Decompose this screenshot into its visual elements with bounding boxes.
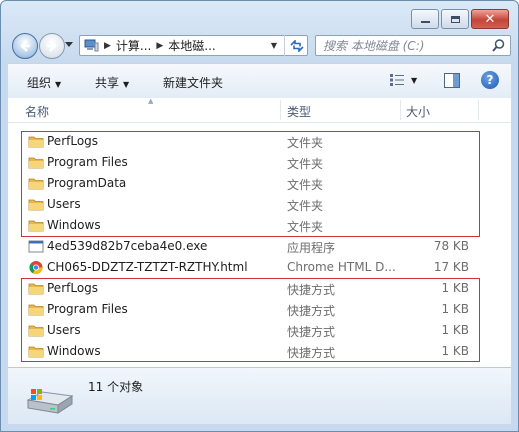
share-menu[interactable]: 共享 ▼ [95, 74, 129, 91]
column-type[interactable]: 类型 [287, 103, 311, 120]
chevron-down-icon: ▼ [123, 80, 130, 89]
maximize-icon [450, 15, 460, 23]
minimize-button[interactable] [411, 9, 439, 29]
column-size[interactable]: 大小 [406, 103, 430, 120]
sort-ascending-icon: ▲ [148, 97, 154, 105]
navigation-bar: ▶ 计算... ▶ 本地磁... ▼ 搜索 本地磁盘 (C:) [1, 33, 518, 63]
organize-menu[interactable]: 组织 ▼ [27, 74, 61, 91]
preview-pane-icon[interactable] [444, 73, 460, 88]
highlight-box-shortcuts [21, 278, 480, 362]
command-bar: 组织 ▼ 共享 ▼ 新建文件夹 ▼ ? [8, 63, 511, 99]
help-button[interactable]: ? [481, 71, 499, 89]
column-divider[interactable] [478, 100, 479, 120]
details-pane: 11 个对象 [8, 367, 511, 424]
hard-drive-icon [26, 389, 74, 414]
column-divider[interactable] [400, 100, 401, 120]
file-name: 4ed539d82b7ceba4e0.exe [47, 239, 208, 253]
forward-arrow-icon [47, 40, 57, 52]
file-row[interactable]: CH065-DDZTZ-TZTZT-RZTHY.html Chrome HTML … [8, 257, 511, 278]
minimize-icon [420, 21, 430, 23]
chrome-icon [28, 260, 44, 275]
breadcrumb-separator-icon: ▶ [104, 40, 111, 51]
highlight-box-folders [21, 131, 480, 237]
forward-button[interactable] [39, 33, 65, 59]
exe-icon [28, 239, 44, 254]
computer-icon [84, 39, 99, 52]
address-dropdown-icon[interactable]: ▼ [271, 41, 277, 50]
organize-label: 组织 [27, 76, 52, 90]
search-field[interactable]: 搜索 本地磁盘 (C:) [315, 35, 511, 56]
help-icon: ? [486, 73, 494, 87]
caption-buttons: ✕ [411, 9, 509, 29]
address-bar[interactable]: ▶ 计算... ▶ 本地磁... ▼ [79, 35, 308, 56]
explorer-window: ✕ ▶ 计算... ▶ 本地磁... ▼ 搜索 本地磁盘 (C:) 组织 ▼ 共… [0, 0, 519, 432]
file-list: ▲ 名称 类型 大小 PerfLogs 文件夹 Program Files 文件夹 Pr… [8, 97, 511, 367]
search-placeholder: 搜索 本地磁盘 (C:) [323, 39, 425, 53]
share-label: 共享 [95, 76, 120, 90]
close-icon: ✕ [484, 11, 496, 27]
back-button[interactable] [12, 33, 38, 59]
column-divider[interactable] [280, 100, 281, 120]
new-folder-button[interactable]: 新建文件夹 [163, 74, 223, 91]
maximize-button[interactable] [441, 9, 469, 29]
file-name: CH065-DDZTZ-TZTZT-RZTHY.html [47, 260, 248, 274]
recent-pages-dropdown-icon[interactable] [65, 42, 73, 48]
search-icon[interactable] [492, 39, 505, 52]
change-view-button[interactable]: ▼ [389, 73, 417, 87]
breadcrumb-local-disk[interactable]: 本地磁... [168, 37, 215, 54]
refresh-button[interactable] [284, 35, 309, 56]
breadcrumb-computer[interactable]: 计算... [116, 37, 151, 54]
column-name[interactable]: 名称 [25, 103, 49, 120]
refresh-icon [290, 39, 304, 52]
file-row[interactable]: 4ed539d82b7ceba4e0.exe 应用程序 78 KB [8, 236, 511, 257]
file-size: 78 KB [433, 239, 469, 253]
column-header-row: ▲ 名称 类型 大小 [8, 97, 511, 123]
back-arrow-icon [20, 40, 30, 52]
chevron-down-icon: ▼ [55, 80, 62, 89]
file-size: 17 KB [433, 260, 469, 274]
item-count: 11 个对象 [88, 380, 144, 394]
close-button[interactable]: ✕ [471, 9, 509, 29]
breadcrumb-separator-icon: ▶ [156, 40, 164, 51]
file-type: Chrome HTML D... [287, 260, 396, 274]
file-type: 应用程序 [287, 241, 336, 255]
new-folder-label: 新建文件夹 [163, 76, 224, 90]
view-details-icon [390, 74, 404, 86]
chevron-down-icon: ▼ [411, 75, 418, 85]
